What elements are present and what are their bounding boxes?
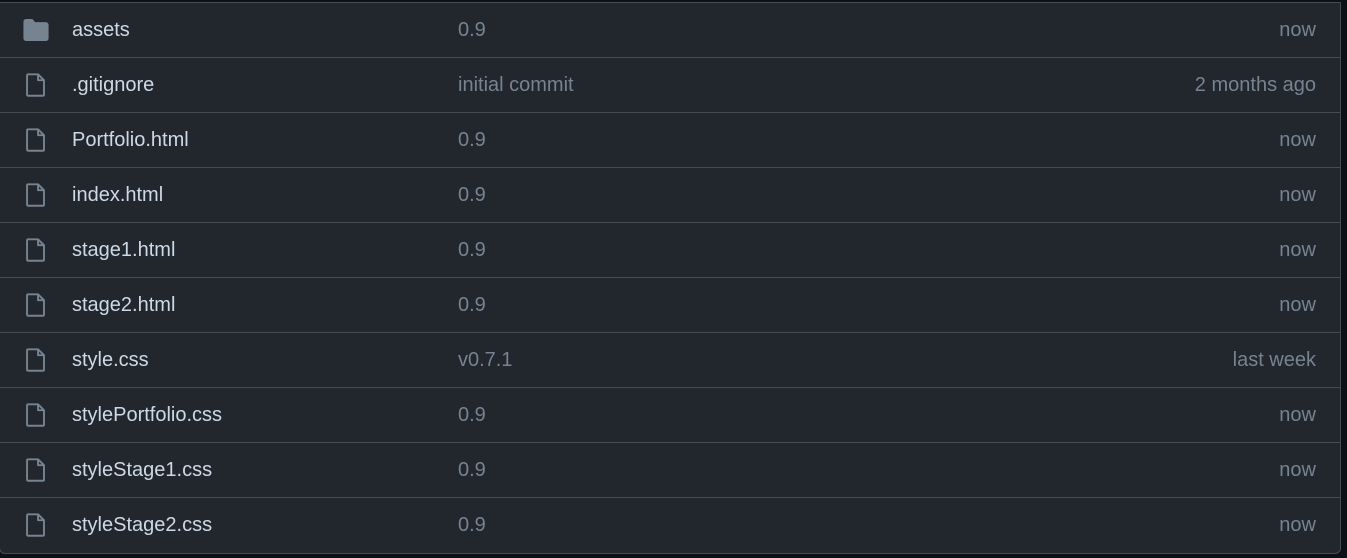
file-name-link[interactable]: style.css: [72, 349, 149, 372]
folder-row[interactable]: assets 0.9 now: [0, 3, 1340, 57]
commit-age: now: [1279, 458, 1316, 481]
commit-age: now: [1279, 238, 1316, 261]
commit-message-link[interactable]: 0.9: [458, 239, 486, 262]
file-icon: [22, 401, 50, 429]
file-name-link[interactable]: Portfolio.html: [72, 129, 189, 152]
file-icon: [22, 71, 50, 99]
commit-message-link[interactable]: 0.9: [458, 459, 486, 482]
commit-message-link[interactable]: 0.9: [458, 404, 486, 427]
commit-message-link[interactable]: 0.9: [458, 19, 486, 42]
commit-age: now: [1279, 128, 1316, 151]
commit-message-link[interactable]: initial commit: [458, 74, 574, 97]
file-icon: [22, 236, 50, 264]
folder-icon: [22, 16, 50, 44]
file-icon: [22, 181, 50, 209]
file-row[interactable]: .gitignore initial commit 2 months ago: [0, 57, 1340, 112]
file-name-link[interactable]: index.html: [72, 184, 163, 207]
file-row[interactable]: stage1.html 0.9 now: [0, 222, 1340, 277]
file-row[interactable]: styleStage1.css 0.9 now: [0, 442, 1340, 497]
file-row[interactable]: stage2.html 0.9 now: [0, 277, 1340, 332]
file-icon: [22, 291, 50, 319]
commit-age: now: [1279, 18, 1316, 41]
file-icon: [22, 126, 50, 154]
file-name-link[interactable]: .gitignore: [72, 74, 154, 97]
commit-age: last week: [1232, 348, 1316, 371]
commit-age: now: [1279, 293, 1316, 316]
file-name-link[interactable]: styleStage1.css: [72, 459, 212, 482]
file-icon: [22, 511, 50, 539]
commit-age: now: [1279, 403, 1316, 426]
file-row[interactable]: stylePortfolio.css 0.9 now: [0, 387, 1340, 442]
file-row[interactable]: styleStage2.css 0.9 now: [0, 497, 1340, 552]
file-icon: [22, 346, 50, 374]
file-row[interactable]: index.html 0.9 now: [0, 167, 1340, 222]
file-name-link[interactable]: stylePortfolio.css: [72, 404, 222, 427]
file-name-link[interactable]: stage1.html: [72, 239, 175, 262]
file-name-link[interactable]: stage2.html: [72, 294, 175, 317]
file-name-link[interactable]: styleStage2.css: [72, 514, 212, 537]
file-row[interactable]: style.css v0.7.1 last week: [0, 332, 1340, 387]
commit-message-link[interactable]: 0.9: [458, 514, 486, 537]
commit-age: now: [1279, 183, 1316, 206]
commit-age: 2 months ago: [1194, 73, 1316, 96]
commit-message-link[interactable]: v0.7.1: [458, 349, 512, 372]
commit-message-link[interactable]: 0.9: [458, 294, 486, 317]
commit-message-link[interactable]: 0.9: [458, 184, 486, 207]
file-list: assets 0.9 now .gitignore initial commit 2 mo…: [0, 2, 1341, 554]
file-icon: [22, 456, 50, 484]
file-name-link[interactable]: assets: [72, 19, 130, 42]
commit-message-link[interactable]: 0.9: [458, 129, 486, 152]
file-row[interactable]: Portfolio.html 0.9 now: [0, 112, 1340, 167]
commit-age: now: [1279, 513, 1316, 536]
